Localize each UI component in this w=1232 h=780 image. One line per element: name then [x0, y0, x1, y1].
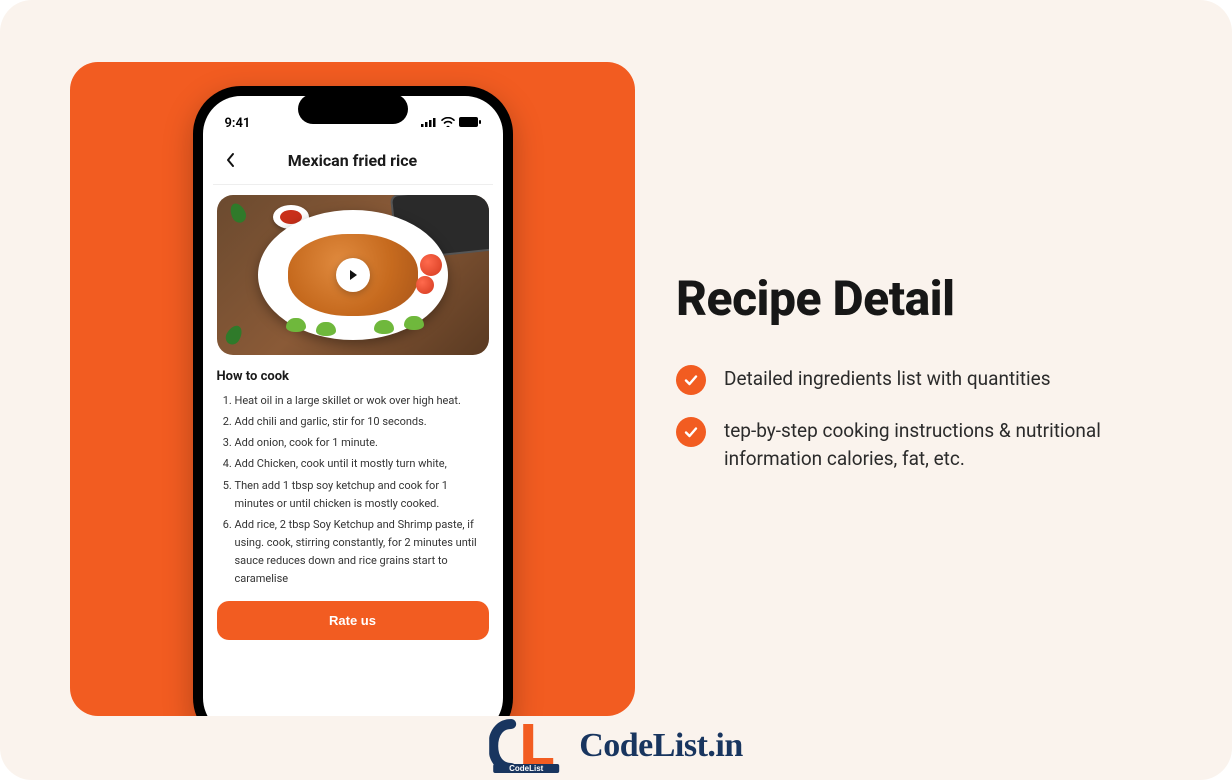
screen-title: Mexican fried rice	[217, 151, 489, 170]
feature-text: Detailed ingredients list with quantitie…	[724, 365, 1051, 393]
cooking-step: Add chili and garlic, stir for 10 second…	[235, 413, 489, 431]
feature-text: tep-by-step cooking instructions & nutri…	[724, 417, 1166, 473]
check-badge	[676, 365, 706, 395]
app-header: Mexican fried rice	[203, 138, 503, 184]
wifi-icon	[441, 116, 455, 131]
description-panel: Recipe Detail Detailed ingredients list …	[676, 270, 1166, 495]
recipe-hero-image[interactable]	[217, 195, 489, 355]
play-video-button[interactable]	[336, 258, 370, 292]
feature-item: Detailed ingredients list with quantitie…	[676, 365, 1166, 395]
app-screen: 9:41	[203, 96, 503, 716]
garnish-decoration	[404, 316, 424, 330]
cooking-step: Heat oil in a large skillet or wok over …	[235, 392, 489, 410]
status-time: 9:41	[225, 116, 251, 131]
check-badge	[676, 417, 706, 447]
cooking-step: Add onion, cook for 1 minute.	[235, 434, 489, 452]
check-icon	[683, 372, 699, 388]
battery-icon	[459, 116, 481, 131]
phone-notch	[298, 94, 408, 124]
brand-bar: CodeList CodeList.in	[489, 718, 743, 774]
page-headline: Recipe Detail	[676, 270, 1166, 327]
rate-us-button[interactable]: Rate us	[217, 601, 489, 640]
showcase-panel: 9:41	[70, 62, 635, 716]
screen-content: How to cook Heat oil in a large skillet …	[203, 185, 503, 716]
how-to-cook-heading: How to cook	[217, 369, 489, 384]
cooking-steps-list: Heat oil in a large skillet or wok over …	[217, 392, 489, 591]
play-icon	[347, 269, 359, 281]
brand-name: CodeList.in	[579, 727, 743, 765]
tomato-decoration	[420, 254, 442, 276]
phone-mockup: 9:41	[193, 86, 513, 716]
garnish-decoration	[374, 320, 394, 334]
cooking-step: Add Chicken, cook until it mostly turn w…	[235, 455, 489, 473]
garnish-decoration	[316, 322, 336, 336]
status-indicators	[421, 116, 481, 131]
cooking-step: Add rice, 2 tbsp Soy Ketchup and Shrimp …	[235, 516, 489, 589]
promo-card: 9:41	[0, 0, 1232, 780]
check-icon	[683, 424, 699, 440]
cooking-step: Then add 1 tbsp soy ketchup and cook for…	[235, 477, 489, 513]
svg-text:CodeList: CodeList	[509, 764, 544, 773]
cellular-icon	[421, 116, 437, 131]
feature-item: tep-by-step cooking instructions & nutri…	[676, 417, 1166, 473]
garnish-decoration	[286, 318, 306, 332]
herb-decoration	[222, 323, 244, 347]
herb-decoration	[227, 201, 248, 225]
brand-logo: CodeList	[489, 718, 569, 774]
tomato-decoration	[416, 276, 434, 294]
